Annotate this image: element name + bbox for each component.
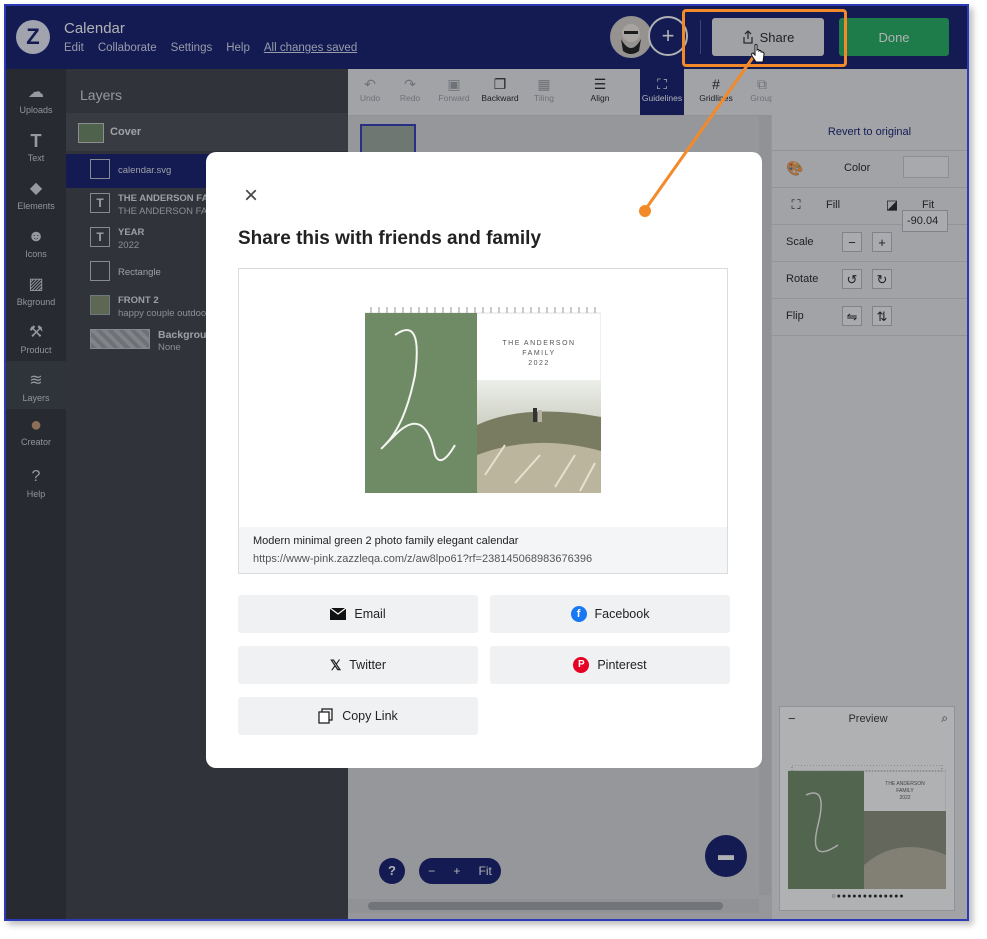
close-icon[interactable]: × [240,184,262,208]
x-twitter-icon: 𝕏 [329,656,342,673]
share-twitter-button[interactable]: 𝕏 Twitter [238,646,478,684]
copy-link-button[interactable]: Copy Link [238,697,478,735]
twitter-label: Twitter [349,658,387,672]
copy-link-icon [318,708,333,724]
calendar-year: 2022 [528,360,550,367]
product-name: Modern minimal green 2 photo family eleg… [253,535,519,547]
product-url[interactable]: https://www-pink.zazzleqa.com/z/aw8lpo61… [253,553,592,565]
pinterest-icon: P [573,657,590,673]
facebook-label: Facebook [594,607,650,621]
calendar-product-image: THE ANDERSON FAMILY 2022 [365,307,601,493]
email-label: Email [354,607,386,621]
dialog-title: Share this with friends and family [238,228,542,249]
calendar-family-line2: FAMILY [522,350,555,357]
product-image-area: THE ANDERSON FAMILY 2022 [239,269,727,527]
envelope-icon [330,608,347,620]
hand-cursor-icon [751,44,765,63]
share-dialog: × Share this with friends and family THE… [206,152,762,768]
app-window: Z Calendar Edit Collaborate Settings Hel… [4,4,969,921]
pinterest-label: Pinterest [597,658,647,672]
copy-link-label: Copy Link [342,709,398,723]
calendar-family-line1: THE ANDERSON [502,340,575,347]
product-info: Modern minimal green 2 photo family eleg… [239,527,727,573]
facebook-icon: f [570,606,587,622]
product-card: THE ANDERSON FAMILY 2022 Modern minimal … [238,268,728,574]
share-email-button[interactable]: Email [238,595,478,633]
share-pinterest-button[interactable]: P Pinterest [490,646,730,684]
share-facebook-button[interactable]: f Facebook [490,595,730,633]
